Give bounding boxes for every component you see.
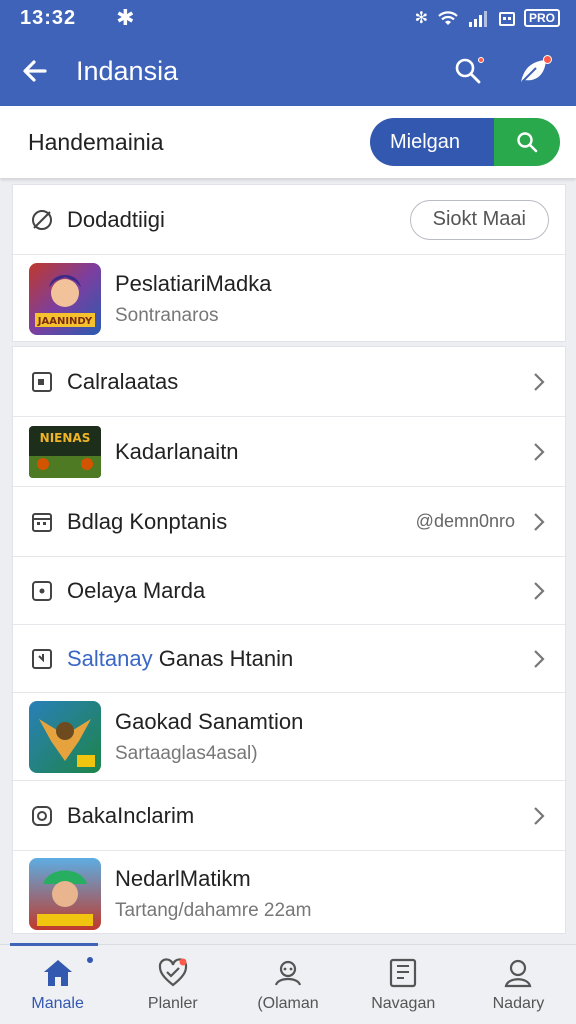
- nav-community[interactable]: (Olaman: [230, 945, 345, 1024]
- status-icons: ✻ PRO: [415, 8, 560, 28]
- chevron-right-icon: [529, 649, 549, 669]
- nav-dot: [87, 957, 94, 963]
- list-item-label: Kadarlanaitn: [115, 438, 239, 464]
- search-pill-label: Mielgan: [370, 118, 494, 166]
- nav-label: (Olaman: [257, 994, 319, 1012]
- game-thumbnail: JAANINDY: [29, 263, 101, 335]
- back-button[interactable]: [0, 36, 70, 106]
- page-title: Indansia: [76, 55, 179, 86]
- search-go-button[interactable]: [494, 118, 560, 166]
- list-item[interactable]: NedarlMatikm Tartang/dahamre 22am: [13, 851, 565, 937]
- list-item-title: Gaokad Sanamtion: [115, 708, 304, 734]
- list-item[interactable]: BakaInclarim: [13, 781, 565, 851]
- arrow-left-icon: [23, 60, 47, 82]
- list-item[interactable]: Oelaya Marda: [13, 557, 565, 625]
- search-pill-button[interactable]: Mielgan: [370, 118, 560, 166]
- chevron-right-icon: [529, 581, 549, 601]
- nav-label: Nadary: [492, 994, 545, 1012]
- featured-item[interactable]: JAANINDY PeslatiariMadka Sontranaros: [13, 255, 565, 343]
- featured-card: Dodadtiigi Siokt Maai JAANINDY Peslatiar…: [12, 184, 566, 342]
- featured-item-subtitle: Sontranaros: [115, 305, 219, 326]
- list-item[interactable]: Saltanay Ganas Htanin: [13, 625, 565, 693]
- list-item-label: Bdlag Konptanis: [67, 508, 228, 534]
- list-item-label: Saltanay Ganas Htanin: [67, 646, 293, 672]
- search-input[interactable]: Handemainia: [28, 129, 164, 156]
- chevron-right-icon: [529, 372, 549, 392]
- calendar-icon: [29, 509, 55, 535]
- chevron-right-icon: [529, 512, 549, 532]
- game-thumbnail: [29, 858, 101, 930]
- list-item-label: BakaInclarim: [67, 802, 195, 828]
- chat-icon: [29, 803, 55, 829]
- svg-text:JAANINDY: JAANINDY: [37, 316, 93, 327]
- featured-header: Dodadtiigi Siokt Maai: [13, 185, 565, 255]
- search-button[interactable]: [448, 51, 488, 91]
- game-thumbnail: [29, 700, 101, 773]
- list-item[interactable]: Gaokad Sanamtion Sartaaglas4asal): [13, 693, 565, 781]
- nav-library[interactable]: Navagan: [346, 945, 461, 1024]
- nav-profile[interactable]: Nadary: [461, 945, 576, 1024]
- checkbox-icon: [29, 646, 55, 672]
- nav-label: Manale: [31, 994, 84, 1012]
- game-thumbnail: NIENAS: [29, 425, 101, 478]
- featured-header-label: Dodadtiigi: [67, 206, 165, 232]
- snowflake-icon: ✱: [116, 5, 135, 30]
- nav-label: Planler: [147, 994, 198, 1012]
- nav-home[interactable]: Manale: [0, 945, 115, 1024]
- status-bar: 13:32 ✱ ✻ PRO: [0, 0, 576, 36]
- bottom-navigation: Manale Planler (Olaman Navagan Nadary: [0, 943, 576, 1024]
- signal-icon: [468, 11, 487, 27]
- list-item-label: Calralaatas: [67, 368, 179, 394]
- list-item-title: NedarlMatikm: [115, 866, 251, 891]
- list-item-label-rest: Ganas Htanin: [152, 645, 294, 671]
- search-icon: [517, 132, 538, 153]
- save-icon: [29, 369, 55, 395]
- notification-dot: [543, 55, 552, 64]
- wifi-icon: [438, 11, 458, 25]
- status-time: 13:32: [20, 6, 77, 29]
- search-bar: Handemainia Mielgan: [0, 106, 576, 178]
- svg-text:NIENAS: NIENAS: [40, 431, 91, 445]
- chevron-right-icon: [529, 442, 549, 462]
- dice-icon: [29, 578, 55, 604]
- tag-icon: [29, 207, 55, 233]
- select-more-button[interactable]: Siokt Maai: [409, 199, 549, 240]
- list-item[interactable]: Calralaatas: [13, 347, 565, 417]
- people-icon: [274, 960, 302, 986]
- list-item-label-highlight: Saltanay: [67, 645, 153, 671]
- list-item-subtitle: Tartang/dahamre 22am: [115, 900, 312, 921]
- category-list: Calralaatas NIENAS Kadarlanaitn Bdlag Ko…: [12, 346, 566, 934]
- heart-icon: [158, 957, 187, 986]
- chevron-right-icon: [529, 806, 549, 826]
- bluetooth-icon: ✻: [414, 10, 428, 27]
- nav-label: Navagan: [371, 994, 436, 1012]
- user-icon: [505, 959, 532, 987]
- search-badge-dot: [478, 57, 484, 63]
- app-bar: Indansia: [0, 36, 576, 106]
- calendar-status-icon: [498, 12, 515, 26]
- list-item-label: Oelaya Marda: [67, 577, 206, 603]
- featured-item-title: PeslatiariMadka: [115, 271, 272, 296]
- nav-favorites[interactable]: Planler: [115, 945, 230, 1024]
- document-icon: [390, 958, 417, 987]
- list-item[interactable]: NIENAS Kadarlanaitn: [13, 417, 565, 487]
- list-item[interactable]: Bdlag Konptanis @demn0nro: [13, 487, 565, 557]
- list-item-subtitle: Sartaaglas4asal): [115, 742, 258, 764]
- home-icon: [43, 959, 72, 986]
- battery-icon: PRO: [523, 9, 560, 27]
- list-item-meta: @demn0nro: [415, 511, 515, 531]
- notifications-button[interactable]: [514, 51, 554, 91]
